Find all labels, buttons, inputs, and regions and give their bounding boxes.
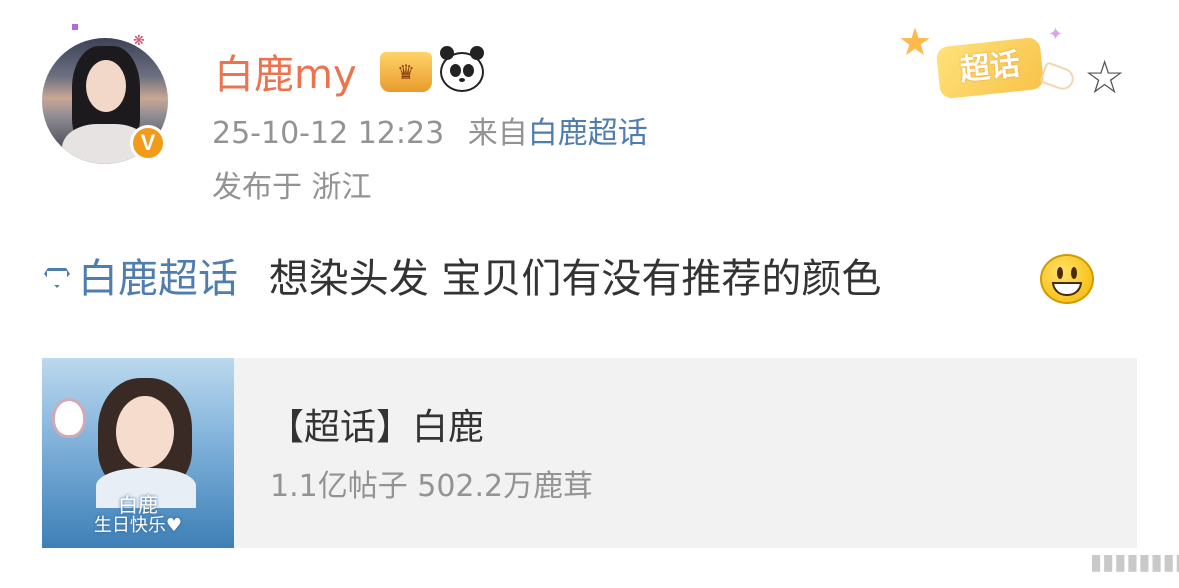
panda-ear [470,46,484,60]
star-decoration-icon: ★ [898,20,933,64]
post-body: 想染头发 宝贝们有没有推荐的颜色 [268,256,882,302]
supertopic-card[interactable]: 白鹿 生日快乐♥ 【超话】白鹿 1.1亿帖子 502.2万鹿茸 [42,358,1137,548]
tag-decoration-icon [1039,61,1077,93]
card-cover-image: 白鹿 生日快乐♥ [42,358,234,548]
sparkle-icon [72,24,78,30]
panda-nose [459,78,465,82]
card-stats: 1.1亿帖子 502.2万鹿茸 [270,469,594,504]
diamond-icon [44,268,70,288]
smiley-eye [1071,267,1077,279]
post-location: 发布于 浙江 [212,170,372,205]
topic-label: 白鹿超话 [78,256,238,302]
post-text: 白鹿超话 想染头发 宝贝们有没有推荐的颜色 [44,254,881,304]
sparkle-icon: ✦ [1048,24,1064,45]
post-timestamp: 25-10-12 12:23 [212,116,445,151]
avatar-face [86,60,126,112]
topic-link[interactable]: 白鹿超话 [44,256,238,302]
star-outline-icon[interactable]: ☆ [1084,52,1125,102]
smiley-mouth [1052,282,1082,296]
panda-icon[interactable] [440,46,484,92]
panda-eye [463,64,474,77]
smiley-eye [1057,267,1063,279]
verified-badge-icon: V [130,125,166,161]
supertopic-sticker[interactable]: 超话 [935,36,1045,100]
crown-icon[interactable]: ♛ [380,52,432,92]
cover-subtitle: 生日快乐♥ [93,515,183,536]
username[interactable]: 白鹿my [214,50,357,100]
cover-title: 白鹿 [118,493,158,517]
heart-frame-icon [52,398,86,438]
card-title: 【超话】白鹿 [268,407,485,448]
panda-eye [450,64,461,77]
source-link[interactable]: 白鹿超话 [528,116,648,151]
grinning-face-icon [1040,254,1094,304]
cover-face [116,396,174,468]
panda-ear [440,46,454,60]
post-meta: 25-10-12 12:23 来自白鹿超话 [212,114,648,154]
watermark-dots: ▮▮▮▮▮▮▮▮ [1090,550,1179,575]
source-prefix: 来自 [467,116,528,151]
